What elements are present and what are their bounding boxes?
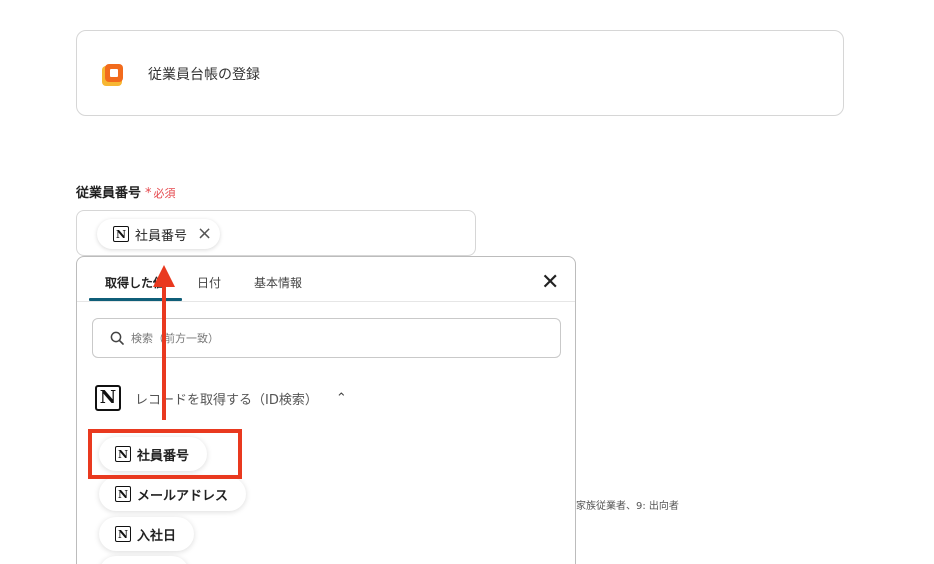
section-header[interactable]: N レコードを取得する（ID検索） ⌃ <box>95 385 347 411</box>
notion-icon: N <box>115 526 131 542</box>
field-label: 従業員番号 * 必須 <box>76 182 176 201</box>
item-label: メールアドレス <box>137 488 229 504</box>
chip-remove-icon[interactable]: × <box>197 225 212 243</box>
employee-number-field[interactable]: N 社員番号 × <box>76 210 476 256</box>
field-label-text: 従業員番号 <box>76 186 142 201</box>
operation-title: 従業員台帳の登録 <box>148 67 260 83</box>
tab-basic-info[interactable]: 基本情報 <box>254 274 302 291</box>
annotation-arrow-line <box>162 286 166 420</box>
list-item[interactable] <box>99 556 189 564</box>
list-item[interactable]: N メールアドレス <box>99 477 247 511</box>
chip-label: 社員番号 <box>135 228 188 244</box>
active-tab-indicator <box>89 298 182 301</box>
tab-date[interactable]: 日付 <box>197 274 221 291</box>
annotation-highlight-box <box>88 429 242 479</box>
notion-icon: N <box>115 486 131 502</box>
notion-icon: N <box>113 226 129 242</box>
chevron-up-icon[interactable]: ⌃ <box>336 391 347 406</box>
search-input[interactable] <box>131 327 551 349</box>
value-chip[interactable]: N 社員番号 × <box>97 219 221 249</box>
background-hint-text: 家族従業者、9: 出向者 <box>576 501 679 512</box>
required-asterisk: * <box>145 186 152 201</box>
picker-tabs: 取得した値 日付 基本情報 <box>77 257 575 302</box>
search-icon <box>110 331 124 345</box>
notion-icon: N <box>95 385 121 411</box>
list-item[interactable]: N 入社日 <box>99 517 195 551</box>
close-icon[interactable]: ✕ <box>541 272 559 294</box>
operation-card[interactable]: 従業員台帳の登録 <box>76 30 844 116</box>
required-text: 必須 <box>153 187 176 200</box>
item-label: 入社日 <box>137 528 177 544</box>
app-logo-icon <box>102 64 124 86</box>
annotation-arrow-head <box>153 265 175 287</box>
